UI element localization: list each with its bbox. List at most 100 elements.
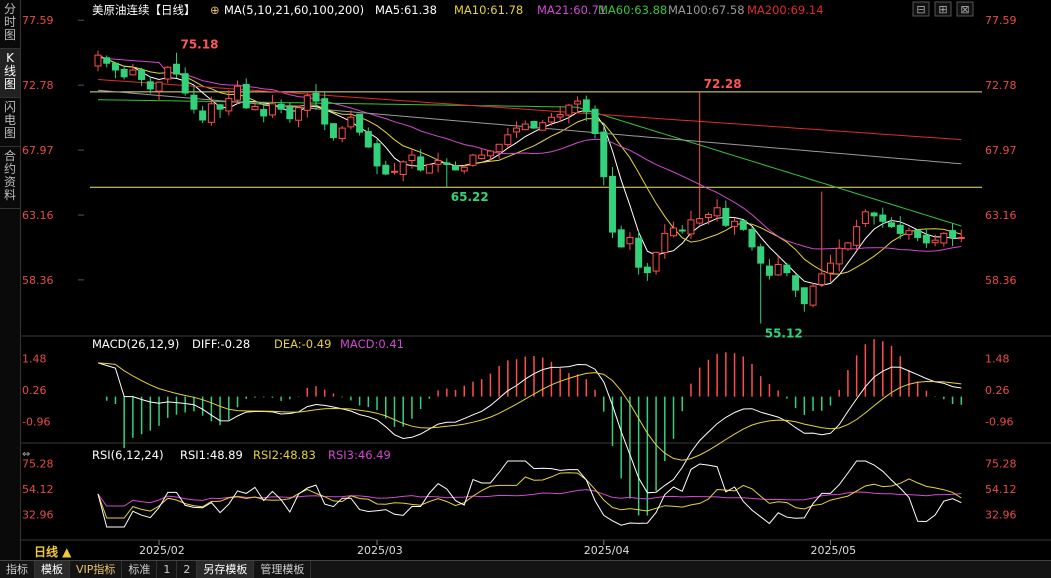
candle-body: [635, 237, 643, 268]
rsi-toggle-icon: ⇔: [22, 449, 30, 460]
candle-body: [347, 116, 355, 128]
price-annotation: 72.28: [704, 77, 742, 91]
candle-body: [844, 242, 852, 250]
ma5-line: [97, 54, 962, 286]
candle-body: [896, 224, 904, 234]
left-tab-3[interactable]: 合约资料: [0, 147, 20, 209]
candle-body: [251, 105, 259, 111]
rsi-label: RSI(6,12,24): [92, 448, 164, 462]
candle-body: [164, 66, 172, 80]
candle-body: [268, 103, 276, 116]
candle-body: [713, 207, 721, 217]
rsi-ytick-left: 54.12: [22, 483, 54, 496]
candle-body: [765, 265, 773, 276]
candle-body: [303, 95, 311, 111]
bottom-tab-7[interactable]: 管理模板: [254, 561, 312, 578]
rsi1-line: [97, 460, 962, 528]
candle-body: [181, 73, 189, 94]
price-ytick-right: 63.16: [985, 209, 1017, 222]
candle-body: [643, 266, 651, 274]
candle-body: [922, 234, 930, 244]
macd-ytick-right: 1.48: [985, 352, 1010, 365]
candle-body: [172, 63, 180, 75]
xaxis-label: 2025/03: [357, 544, 403, 557]
candle-body: [547, 116, 555, 123]
bottom-tab-1[interactable]: 模板: [35, 561, 70, 578]
candle-body: [486, 150, 494, 157]
candle-body: [94, 54, 102, 67]
candle-body: [835, 247, 843, 265]
candle-body: [539, 122, 547, 131]
bottom-tab-5[interactable]: 2: [177, 561, 198, 578]
candle-body: [138, 69, 146, 80]
bottom-tab-6[interactable]: 另存模板: [197, 561, 255, 578]
candle-body: [739, 220, 747, 230]
macd-dea: DEA:-0.49: [274, 337, 331, 351]
ma-value-ma10: MA10:61.78: [454, 3, 523, 17]
macd-ytick-left: 0.26: [22, 384, 47, 397]
price-ytick-right: 58.36: [985, 274, 1017, 287]
candle-body: [478, 154, 486, 159]
left-tab-2[interactable]: 闪电图: [0, 98, 20, 147]
candle-body: [879, 214, 887, 222]
candle-body: [225, 97, 233, 112]
candle-body: [390, 170, 398, 173]
xaxis-label: 2025/04: [584, 544, 630, 557]
candle-body: [495, 143, 503, 153]
candle-body: [504, 134, 512, 146]
ma-value-ma5: MA5:61.38: [375, 3, 437, 17]
candle-body: [452, 165, 460, 171]
candle-body: [260, 109, 268, 117]
ma-value-ma21: MA21:60.71: [537, 3, 606, 17]
candle-body: [888, 222, 896, 228]
candle-body: [408, 154, 416, 162]
left-tab-1[interactable]: K线图: [0, 49, 20, 98]
maximize-icon: ⊞: [938, 3, 947, 16]
rsi2-value: RSI2:48.83: [253, 448, 316, 462]
candle-body: [329, 123, 337, 139]
candle-body: [295, 107, 303, 121]
minimize-icon: ⊟: [916, 3, 925, 16]
ma-value-ma60: MA60:63.88: [598, 3, 667, 17]
candle-body: [696, 218, 704, 224]
left-tab-0[interactable]: 分时图: [0, 0, 20, 49]
candle-body: [234, 85, 242, 101]
chart-canvas: 77.59 77.59 72.78 72.78 67.97 67.97 63.16 63.16…: [20, 1, 1051, 559]
left-toolbar: 分时图K线图闪电图合约资料: [0, 0, 21, 560]
period-selector[interactable]: 日线 ▲: [34, 544, 72, 559]
macd-label: MACD(26,12,9): [92, 337, 179, 351]
bottom-tab-4[interactable]: 1: [157, 561, 178, 578]
bottom-tab-3[interactable]: 标准: [122, 561, 158, 578]
bottom-tab-0[interactable]: 指标: [0, 561, 35, 578]
rsi1-value: RSI1:48.89: [180, 448, 243, 462]
candle-body: [661, 232, 669, 254]
candle-body: [818, 273, 826, 286]
bottom-tab-bar: 指标 模板 VIP指标 标准 1 2 另存模板 管理模板: [0, 560, 1051, 578]
price-ytick-right: 67.97: [985, 144, 1017, 157]
bottom-tab-2[interactable]: VIP指标: [70, 561, 123, 578]
candle-body: [399, 161, 407, 176]
candle-body: [617, 229, 625, 248]
candle-body: [940, 232, 948, 244]
macd-ytick-right: 0.26: [985, 384, 1010, 397]
macd-diff-line: [97, 362, 962, 494]
candle-body: [364, 131, 372, 148]
candle-body: [120, 68, 128, 78]
candle-body: [774, 263, 782, 276]
candle-body: [905, 230, 913, 236]
rsi-ytick-right: 54.12: [985, 483, 1017, 496]
candle-body: [853, 226, 861, 246]
price-ytick-left: 63.16: [22, 209, 54, 222]
candle-body: [870, 212, 878, 217]
rsi-ytick-left: 32.96: [22, 508, 54, 521]
candle-body: [129, 69, 137, 76]
candle-body: [722, 207, 730, 226]
candle-body: [530, 120, 538, 129]
candle-body: [382, 164, 390, 175]
candle-body: [286, 106, 294, 120]
ma-label: MA(5,10,21,60,100,200): [224, 3, 364, 17]
candle-body: [356, 113, 364, 133]
candle-body: [792, 275, 800, 291]
candle-body: [111, 62, 119, 71]
candle-body: [757, 246, 765, 264]
